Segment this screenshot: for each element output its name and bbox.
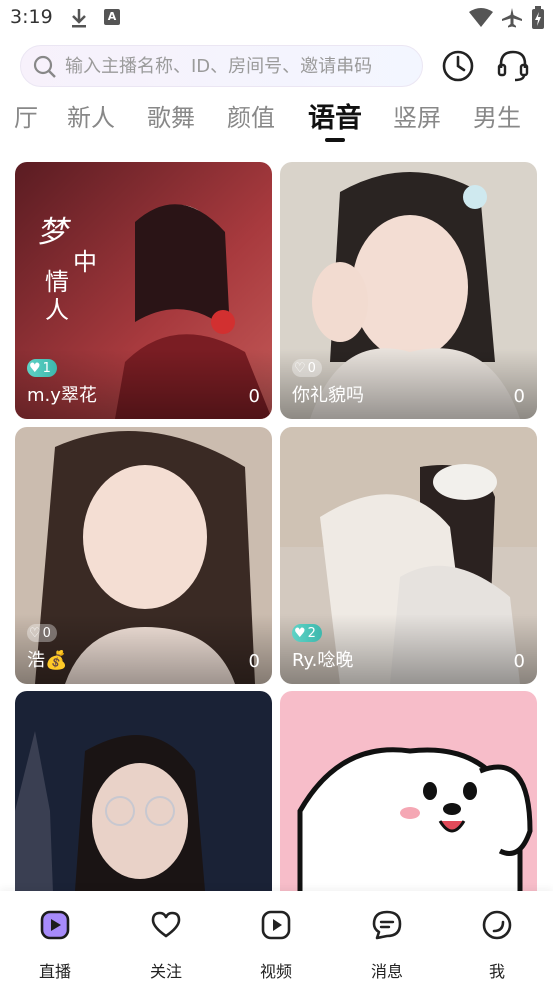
headset-icon[interactable] xyxy=(495,48,531,84)
search-icon xyxy=(33,55,56,78)
search-input[interactable] xyxy=(65,46,415,86)
airplane-icon xyxy=(502,8,522,28)
bottom-nav: 直播 关注 视频 消息 我 xyxy=(0,891,553,983)
svg-text:情: 情 xyxy=(45,268,69,296)
card-overlay-text: 梦 xyxy=(37,215,71,250)
nav-label: 消息 xyxy=(370,962,403,981)
nav-label: 关注 xyxy=(149,962,182,981)
nav-label: 我 xyxy=(488,962,505,981)
nav-label: 直播 xyxy=(38,962,71,981)
wifi-icon xyxy=(469,8,493,27)
nav-video[interactable]: 视频 xyxy=(221,891,331,983)
heart-badge-icon: ♡ xyxy=(29,625,41,641)
card-badge: ♥ 2 xyxy=(292,624,322,642)
card-count: 0 xyxy=(513,651,525,672)
heart-icon xyxy=(151,911,181,938)
tab-looks[interactable]: 颜值 xyxy=(227,98,275,133)
profile-icon xyxy=(482,910,512,940)
live-play-icon xyxy=(40,910,70,940)
card-name: Ry.唸晚 xyxy=(292,650,354,671)
svg-text:人: 人 xyxy=(45,296,69,324)
room-card[interactable]: 梦 中 情 人 ♥ 1 m.y翠花 0 xyxy=(15,162,272,419)
search-box[interactable] xyxy=(20,45,423,87)
card-count: 0 xyxy=(248,651,260,672)
tab-hall[interactable]: 厅 xyxy=(14,98,38,133)
clock-history-icon[interactable] xyxy=(440,48,476,84)
status-bar: 3:19 A xyxy=(0,0,553,36)
heart-badge-icon: ♥ xyxy=(294,625,306,641)
card-name: 你礼貌吗 xyxy=(292,385,364,406)
video-play-icon xyxy=(261,910,291,940)
nav-me[interactable]: 我 xyxy=(442,891,552,983)
heart-badge-icon: ♥ xyxy=(29,360,41,376)
nav-messages[interactable]: 消息 xyxy=(332,891,442,983)
nav-label: 视频 xyxy=(259,962,292,981)
nav-follow[interactable]: 关注 xyxy=(111,891,221,983)
tab-vertical[interactable]: 竖屏 xyxy=(393,98,441,133)
message-icon xyxy=(372,910,402,940)
category-tabs: 厅 新人 歌舞 颜值 语音 竖屏 男生 xyxy=(0,98,553,148)
svg-text:中: 中 xyxy=(73,248,97,276)
card-count: 0 xyxy=(248,386,260,407)
card-count: 0 xyxy=(513,386,525,407)
tab-song-dance[interactable]: 歌舞 xyxy=(147,98,195,133)
download-icon xyxy=(72,9,86,28)
room-card[interactable]: ♡ 0 你礼貌吗 0 xyxy=(280,162,537,419)
status-time: 3:19 xyxy=(10,6,53,28)
heart-badge-icon: ♡ xyxy=(294,360,306,376)
status-right-icons xyxy=(469,6,545,30)
tab-voice[interactable]: 语音 xyxy=(308,96,362,135)
card-badge: ♡ 0 xyxy=(27,624,57,642)
tab-new[interactable]: 新人 xyxy=(67,98,115,133)
battery-charging-icon xyxy=(532,6,544,29)
room-card[interactable]: ♥ 2 Ry.唸晚 0 xyxy=(280,427,537,684)
room-card[interactable]: ♡ 0 浩💰 0 xyxy=(15,427,272,684)
tab-male[interactable]: 男生 xyxy=(473,98,521,133)
card-name: m.y翠花 xyxy=(27,385,97,406)
a-icon: A xyxy=(104,9,120,25)
card-badge: ♥ 1 xyxy=(27,359,57,377)
card-badge: ♡ 0 xyxy=(292,359,322,377)
active-tab-indicator xyxy=(325,138,345,142)
nav-live[interactable]: 直播 xyxy=(0,891,110,983)
card-name: 浩💰 xyxy=(27,650,68,671)
